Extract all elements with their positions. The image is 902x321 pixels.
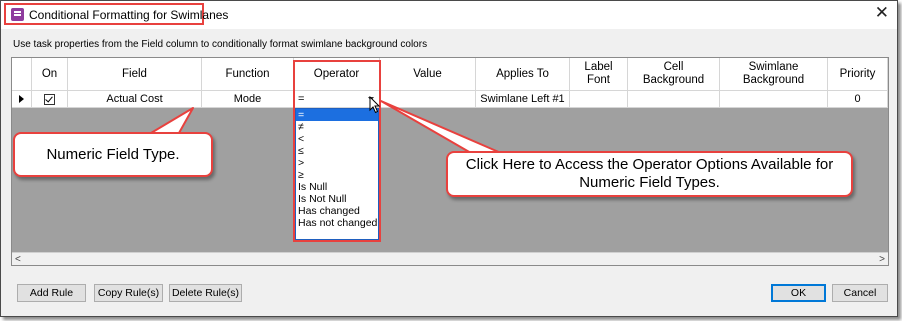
column-header-swimlane-background[interactable]: Swimlane Background	[720, 58, 828, 91]
on-checkbox[interactable]	[44, 93, 55, 105]
dialog-window: Conditional Formatting for Swimlanes ✕ U…	[0, 0, 898, 317]
instruction-text: Use task properties from the Field colum…	[13, 39, 428, 50]
window-title: Conditional Formatting for Swimlanes	[29, 8, 229, 22]
scroll-right-icon[interactable]: >	[879, 254, 885, 265]
app-icon	[11, 8, 24, 21]
copy-rules-button[interactable]: Copy Rule(s)	[94, 284, 163, 302]
title-highlight: Conditional Formatting for Swimlanes	[4, 3, 228, 25]
add-rule-button[interactable]: Add Rule	[17, 284, 86, 302]
title-bar: Conditional Formatting for Swimlanes ✕	[1, 1, 897, 29]
numeric-field-callout: Numeric Field Type.	[13, 132, 213, 177]
cell-swimlane-background[interactable]	[720, 91, 828, 108]
cell-on[interactable]	[32, 91, 68, 108]
row-selector-icon[interactable]	[12, 91, 32, 108]
column-header-label-font[interactable]: Label Font	[570, 58, 628, 91]
column-header-cell-background[interactable]: Cell Background	[628, 58, 720, 91]
cell-priority[interactable]: 0	[828, 91, 888, 108]
cancel-button[interactable]: Cancel	[832, 284, 888, 302]
column-header-label-font-text: Label Font	[584, 61, 613, 86]
column-header-cell-background-text: Cell Background	[642, 61, 705, 86]
column-header-field[interactable]: Field	[68, 58, 202, 91]
cell-field[interactable]: Actual Cost	[68, 91, 202, 108]
column-header-value[interactable]: Value	[380, 58, 476, 91]
column-header-applies-to[interactable]: Applies To	[476, 58, 570, 91]
ok-button[interactable]: OK	[771, 284, 826, 302]
delete-rules-button[interactable]: Delete Rule(s)	[169, 284, 242, 302]
operator-column-highlight	[293, 60, 381, 242]
operator-options-callout-text: Click Here to Access the Operator Option…	[465, 156, 834, 191]
cell-value[interactable]	[380, 91, 476, 108]
mouse-pointer-icon	[369, 96, 381, 114]
numeric-field-callout-text: Numeric Field Type.	[46, 146, 180, 163]
column-header-priority[interactable]: Priority	[828, 58, 888, 91]
close-icon[interactable]: ✕	[875, 3, 889, 23]
cell-cell-background[interactable]	[628, 91, 720, 108]
cell-label-font[interactable]	[570, 91, 628, 108]
header-row-selector	[12, 58, 32, 91]
operator-options-callout: Click Here to Access the Operator Option…	[446, 151, 853, 197]
cell-applies-to[interactable]: Swimlane Left #1	[476, 91, 570, 108]
horizontal-scrollbar[interactable]: < >	[12, 252, 888, 265]
column-header-on[interactable]: On	[32, 58, 68, 91]
cell-function[interactable]: Mode	[202, 91, 294, 108]
scroll-left-icon[interactable]: <	[15, 254, 21, 265]
column-header-swimlane-background-text: Swimlane Background	[742, 61, 805, 86]
column-header-function[interactable]: Function	[202, 58, 294, 91]
